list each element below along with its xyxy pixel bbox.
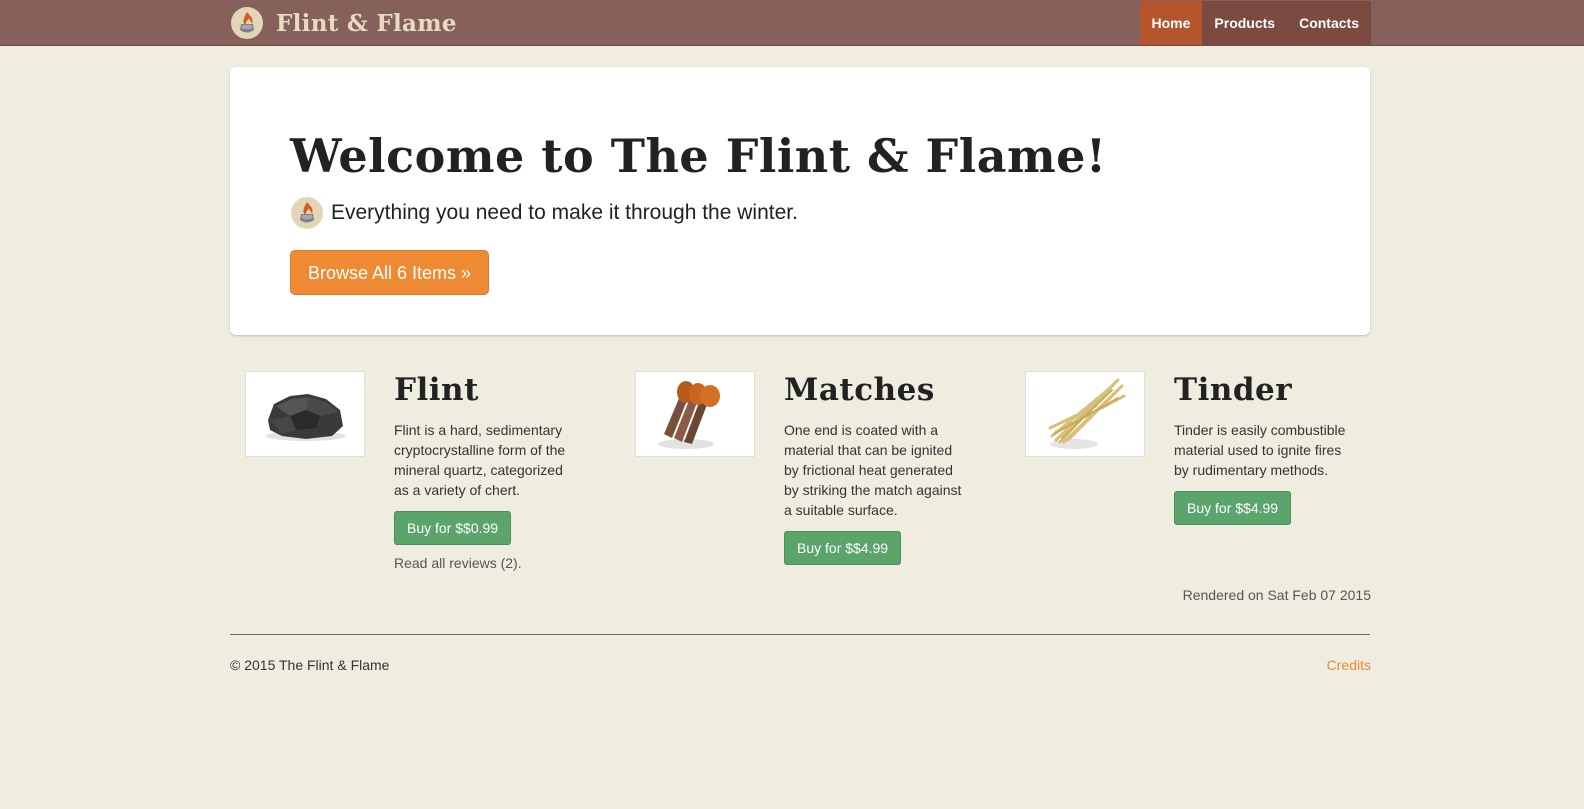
nav-item-home[interactable]: Home — [1139, 1, 1203, 45]
product-name: Matches — [784, 372, 935, 408]
rendered-timestamp: Rendered on Sat Feb 07 2015 — [1182, 587, 1371, 603]
product-image-matches[interactable] — [635, 371, 755, 457]
product-name: Tinder — [1174, 372, 1293, 408]
buy-button-flint[interactable]: Buy for $$0.99 — [394, 511, 512, 545]
matches-icon — [658, 381, 720, 449]
nav-item-products[interactable]: Products — [1202, 1, 1288, 45]
credits-link[interactable]: Credits — [1327, 657, 1371, 673]
brand-link[interactable]: Flint & Flame — [230, 6, 457, 40]
browse-all-button[interactable]: Browse All 6 Items » — [290, 250, 490, 295]
main-nav: Home Products Contacts — [1139, 1, 1371, 45]
hero-tagline: Everything you need to make it through t… — [290, 196, 798, 230]
product-body: Flint Flint is a hard, sedimentary crypt… — [394, 371, 576, 571]
buy-button-tinder[interactable]: Buy for $$4.99 — [1174, 491, 1292, 525]
product-body: Matches One end is coated with a materia… — [784, 371, 966, 565]
tinder-straw-icon — [1048, 378, 1126, 449]
copyright-text: © 2015 The Flint & Flame — [230, 657, 390, 673]
buy-button-matches[interactable]: Buy for $$4.99 — [784, 531, 902, 565]
footer-divider — [230, 634, 1370, 635]
flint-rock-icon — [266, 394, 346, 441]
read-reviews-link[interactable]: Read all reviews (2). — [394, 555, 576, 571]
product-image-flint[interactable] — [245, 371, 365, 457]
hero-title: Welcome to The Flint & Flame! — [290, 129, 1107, 183]
flame-logo-icon — [291, 197, 323, 229]
product-description: Flint is a hard, sedimentary cryptocryst… — [394, 422, 566, 498]
flame-logo-icon — [231, 7, 263, 39]
product-body: Tinder Tinder is easily combustible mate… — [1174, 371, 1356, 525]
product-image-tinder[interactable] — [1025, 371, 1145, 457]
product-description: Tinder is easily combustible material us… — [1174, 422, 1346, 478]
product-name: Flint — [394, 372, 479, 408]
navbar: Flint & Flame Home Products Contacts — [0, 0, 1584, 46]
tagline-text: Everything you need to make it through t… — [331, 201, 798, 224]
hero-panel: Welcome to The Flint & Flame! Everything… — [230, 67, 1370, 335]
product-description: One end is coated with a material that c… — [784, 422, 962, 518]
nav-item-contacts[interactable]: Contacts — [1287, 1, 1371, 45]
brand-name: Flint & Flame — [276, 9, 457, 37]
